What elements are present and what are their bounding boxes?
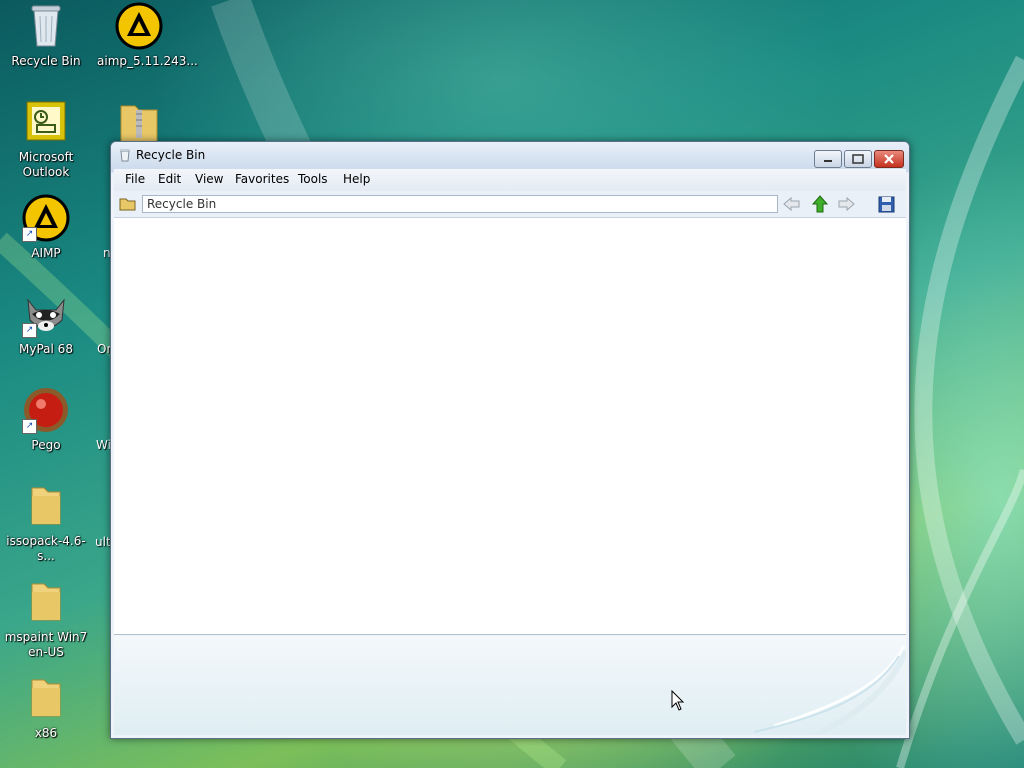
- mypal-raccoon-icon: ↗: [22, 290, 70, 338]
- desktop-icon-label: mspaint Win7 en-US: [4, 630, 88, 659]
- desktop-icon-issopack-folder[interactable]: issopack-4.6-s...: [4, 482, 88, 564]
- menu-file[interactable]: File: [125, 172, 145, 186]
- desktop-icon-microsoft-outlook[interactable]: Microsoft Outlook: [4, 98, 88, 180]
- desktop-icon-mypal[interactable]: ↗ MyPal 68: [4, 290, 88, 357]
- menu-edit[interactable]: Edit: [158, 172, 181, 186]
- desktop-icon-aimp[interactable]: ↗ AIMP: [4, 194, 88, 261]
- shortcut-arrow-icon: ↗: [22, 323, 37, 338]
- desktop-icon-label: Pego: [31, 438, 61, 452]
- file-list-area[interactable]: [114, 218, 906, 635]
- desktop-icon-label-partial: ult: [95, 535, 111, 549]
- desktop-icon-label: x86: [34, 726, 58, 740]
- desktop-icon-aimp-installer[interactable]: aimp_5.11.243...: [97, 2, 198, 69]
- desktop-icon-label-partial: Wi: [96, 438, 111, 452]
- save-disk-icon[interactable]: [876, 195, 896, 213]
- aimp-icon: [115, 2, 163, 50]
- shortcut-arrow-icon: ↗: [22, 419, 37, 434]
- recycle-bin-icon: [119, 148, 131, 162]
- maximize-icon: [852, 154, 864, 164]
- details-pane-decoration: [753, 645, 906, 735]
- menu-view[interactable]: View: [195, 172, 223, 186]
- address-bar: Recycle Bin: [114, 191, 906, 218]
- close-button[interactable]: [874, 150, 904, 168]
- desktop-icon-label: issopack-4.6-s...: [6, 534, 86, 563]
- desktop-icon-label: aimp_5.11.243...: [97, 54, 198, 68]
- details-pane: [114, 636, 906, 735]
- zip-folder-icon: [115, 98, 163, 146]
- minimize-icon: [824, 160, 832, 162]
- mouse-cursor-icon: [671, 690, 685, 711]
- desktop-icon-mspaint-folder[interactable]: mspaint Win7 en-US: [4, 578, 88, 660]
- desktop-icon-pego[interactable]: ↗ Pego: [4, 386, 88, 453]
- recycle-bin-icon: [22, 2, 70, 50]
- menu-help[interactable]: Help: [343, 172, 370, 186]
- title-bar[interactable]: Recycle Bin: [111, 142, 909, 168]
- desktop-icon-label: AIMP: [31, 246, 61, 260]
- folder-icon: [22, 482, 70, 530]
- folder-icon: [22, 674, 70, 722]
- folder-icon[interactable]: [118, 195, 138, 213]
- recycle-bin-window[interactable]: Recycle Bin File Edit View Favorites Too…: [110, 141, 910, 739]
- menu-favorites[interactable]: Favorites: [235, 172, 289, 186]
- maximize-button[interactable]: [844, 150, 872, 168]
- pego-ball-icon: ↗: [22, 386, 70, 434]
- desktop-icon-recycle-bin[interactable]: Recycle Bin: [4, 2, 88, 69]
- close-icon: [884, 154, 894, 164]
- desktop-icon-label: Recycle Bin: [11, 54, 81, 68]
- shortcut-arrow-icon: ↗: [22, 227, 37, 242]
- aimp-icon: ↗: [22, 194, 70, 242]
- menu-tools[interactable]: Tools: [298, 172, 328, 186]
- desktop-icon-label: Microsoft Outlook: [18, 150, 74, 179]
- minimize-button[interactable]: [814, 150, 842, 168]
- address-field[interactable]: Recycle Bin: [142, 195, 778, 213]
- folder-icon: [22, 578, 70, 626]
- up-arrow-icon[interactable]: [810, 195, 830, 213]
- desktop-icon-label: MyPal 68: [19, 342, 73, 356]
- outlook-icon: [22, 98, 70, 146]
- back-arrow-icon[interactable]: [782, 195, 802, 213]
- window-title: Recycle Bin: [136, 148, 206, 162]
- desktop-icon-x86-folder[interactable]: x86: [4, 674, 88, 741]
- menu-bar: File Edit View Favorites Tools Help: [114, 169, 906, 191]
- forward-arrow-icon[interactable]: [836, 195, 856, 213]
